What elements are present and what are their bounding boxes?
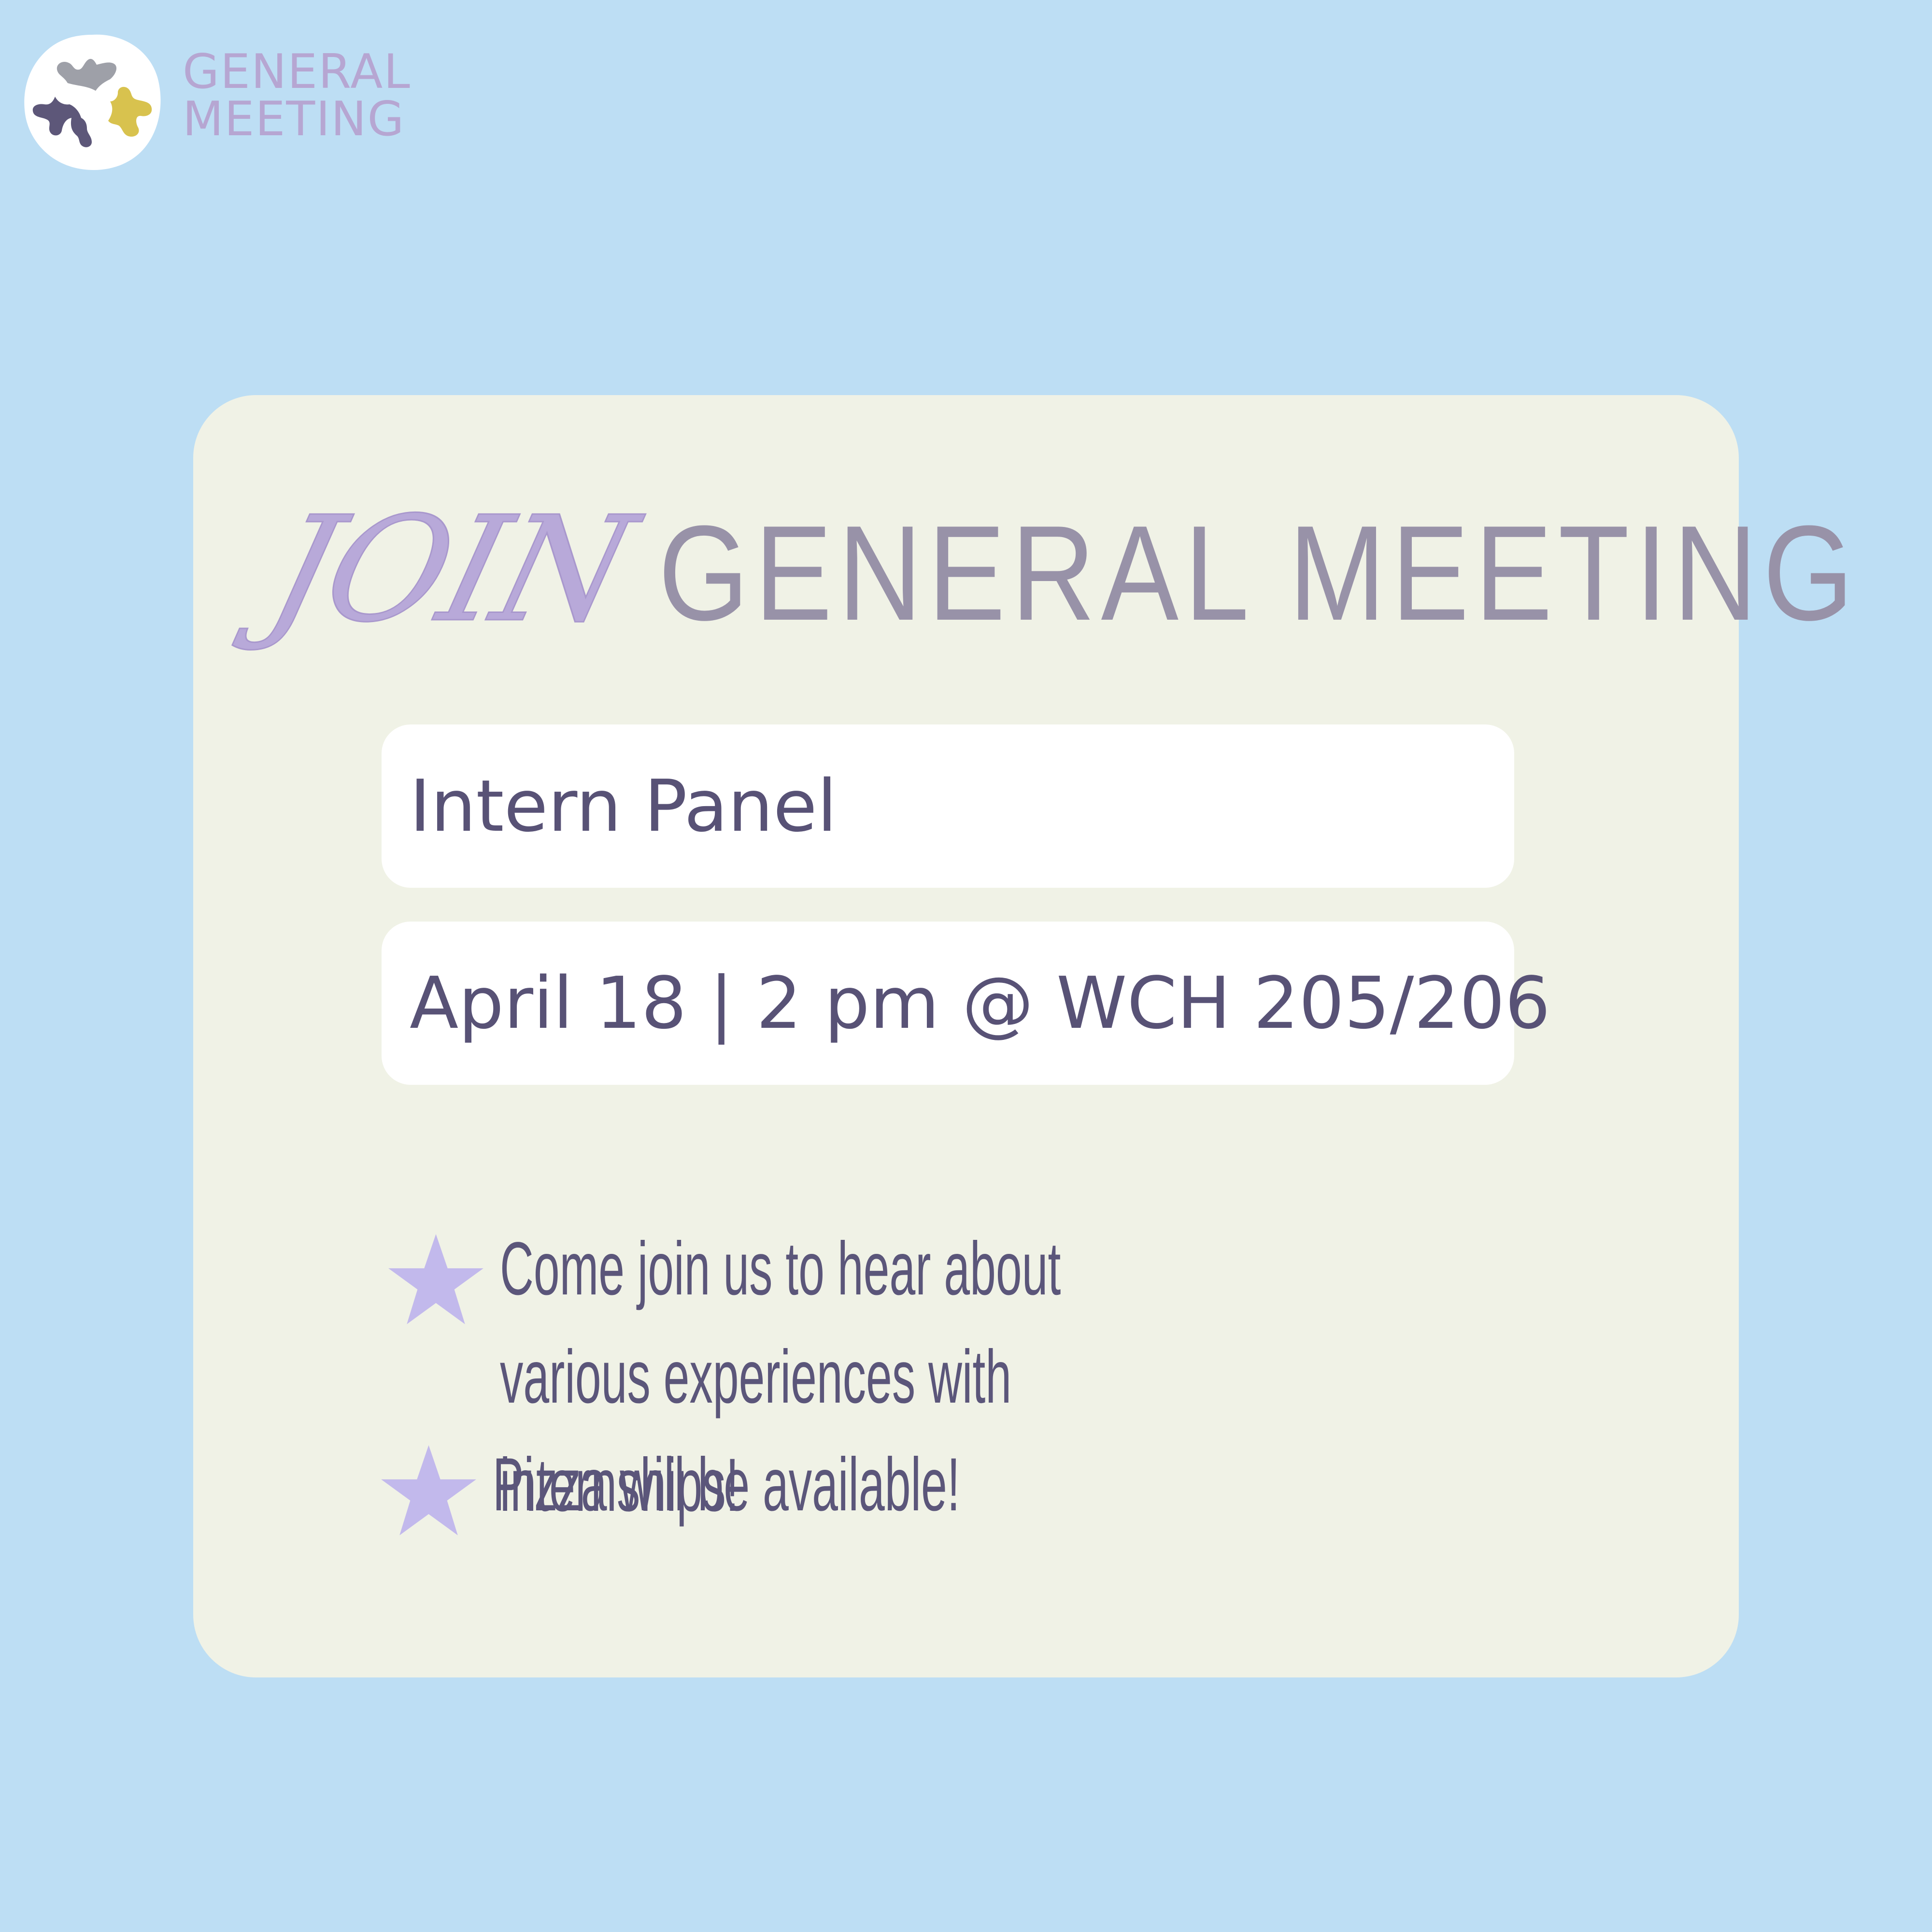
- headline: JOIN GENERAL MEETING: [254, 485, 1932, 655]
- event-details: April 18 | 2 pm @ WCH 205/206: [410, 962, 1550, 1045]
- star-icon: [386, 1234, 485, 1328]
- star-icon: [379, 1445, 478, 1539]
- logo-gear-icon: [24, 34, 161, 170]
- event-name: Intern Panel: [410, 765, 837, 848]
- event-details-box: April 18 | 2 pm @ WCH 205/206: [382, 922, 1550, 1085]
- headline-title: GENERAL MEETING: [658, 498, 1860, 649]
- bullet-item: Pizza will be available!: [379, 1443, 1748, 1539]
- logo-line-1: GENERAL: [183, 44, 411, 99]
- logo: [19, 29, 164, 174]
- headline-script-word: JOIN: [254, 485, 646, 655]
- logo-wordmark: GENERAL MEETING: [183, 48, 411, 143]
- event-name-box: Intern Panel: [382, 724, 1514, 888]
- bullet-text: Pizza will be available!: [493, 1443, 960, 1527]
- logo-line-2: MEETING: [183, 92, 405, 147]
